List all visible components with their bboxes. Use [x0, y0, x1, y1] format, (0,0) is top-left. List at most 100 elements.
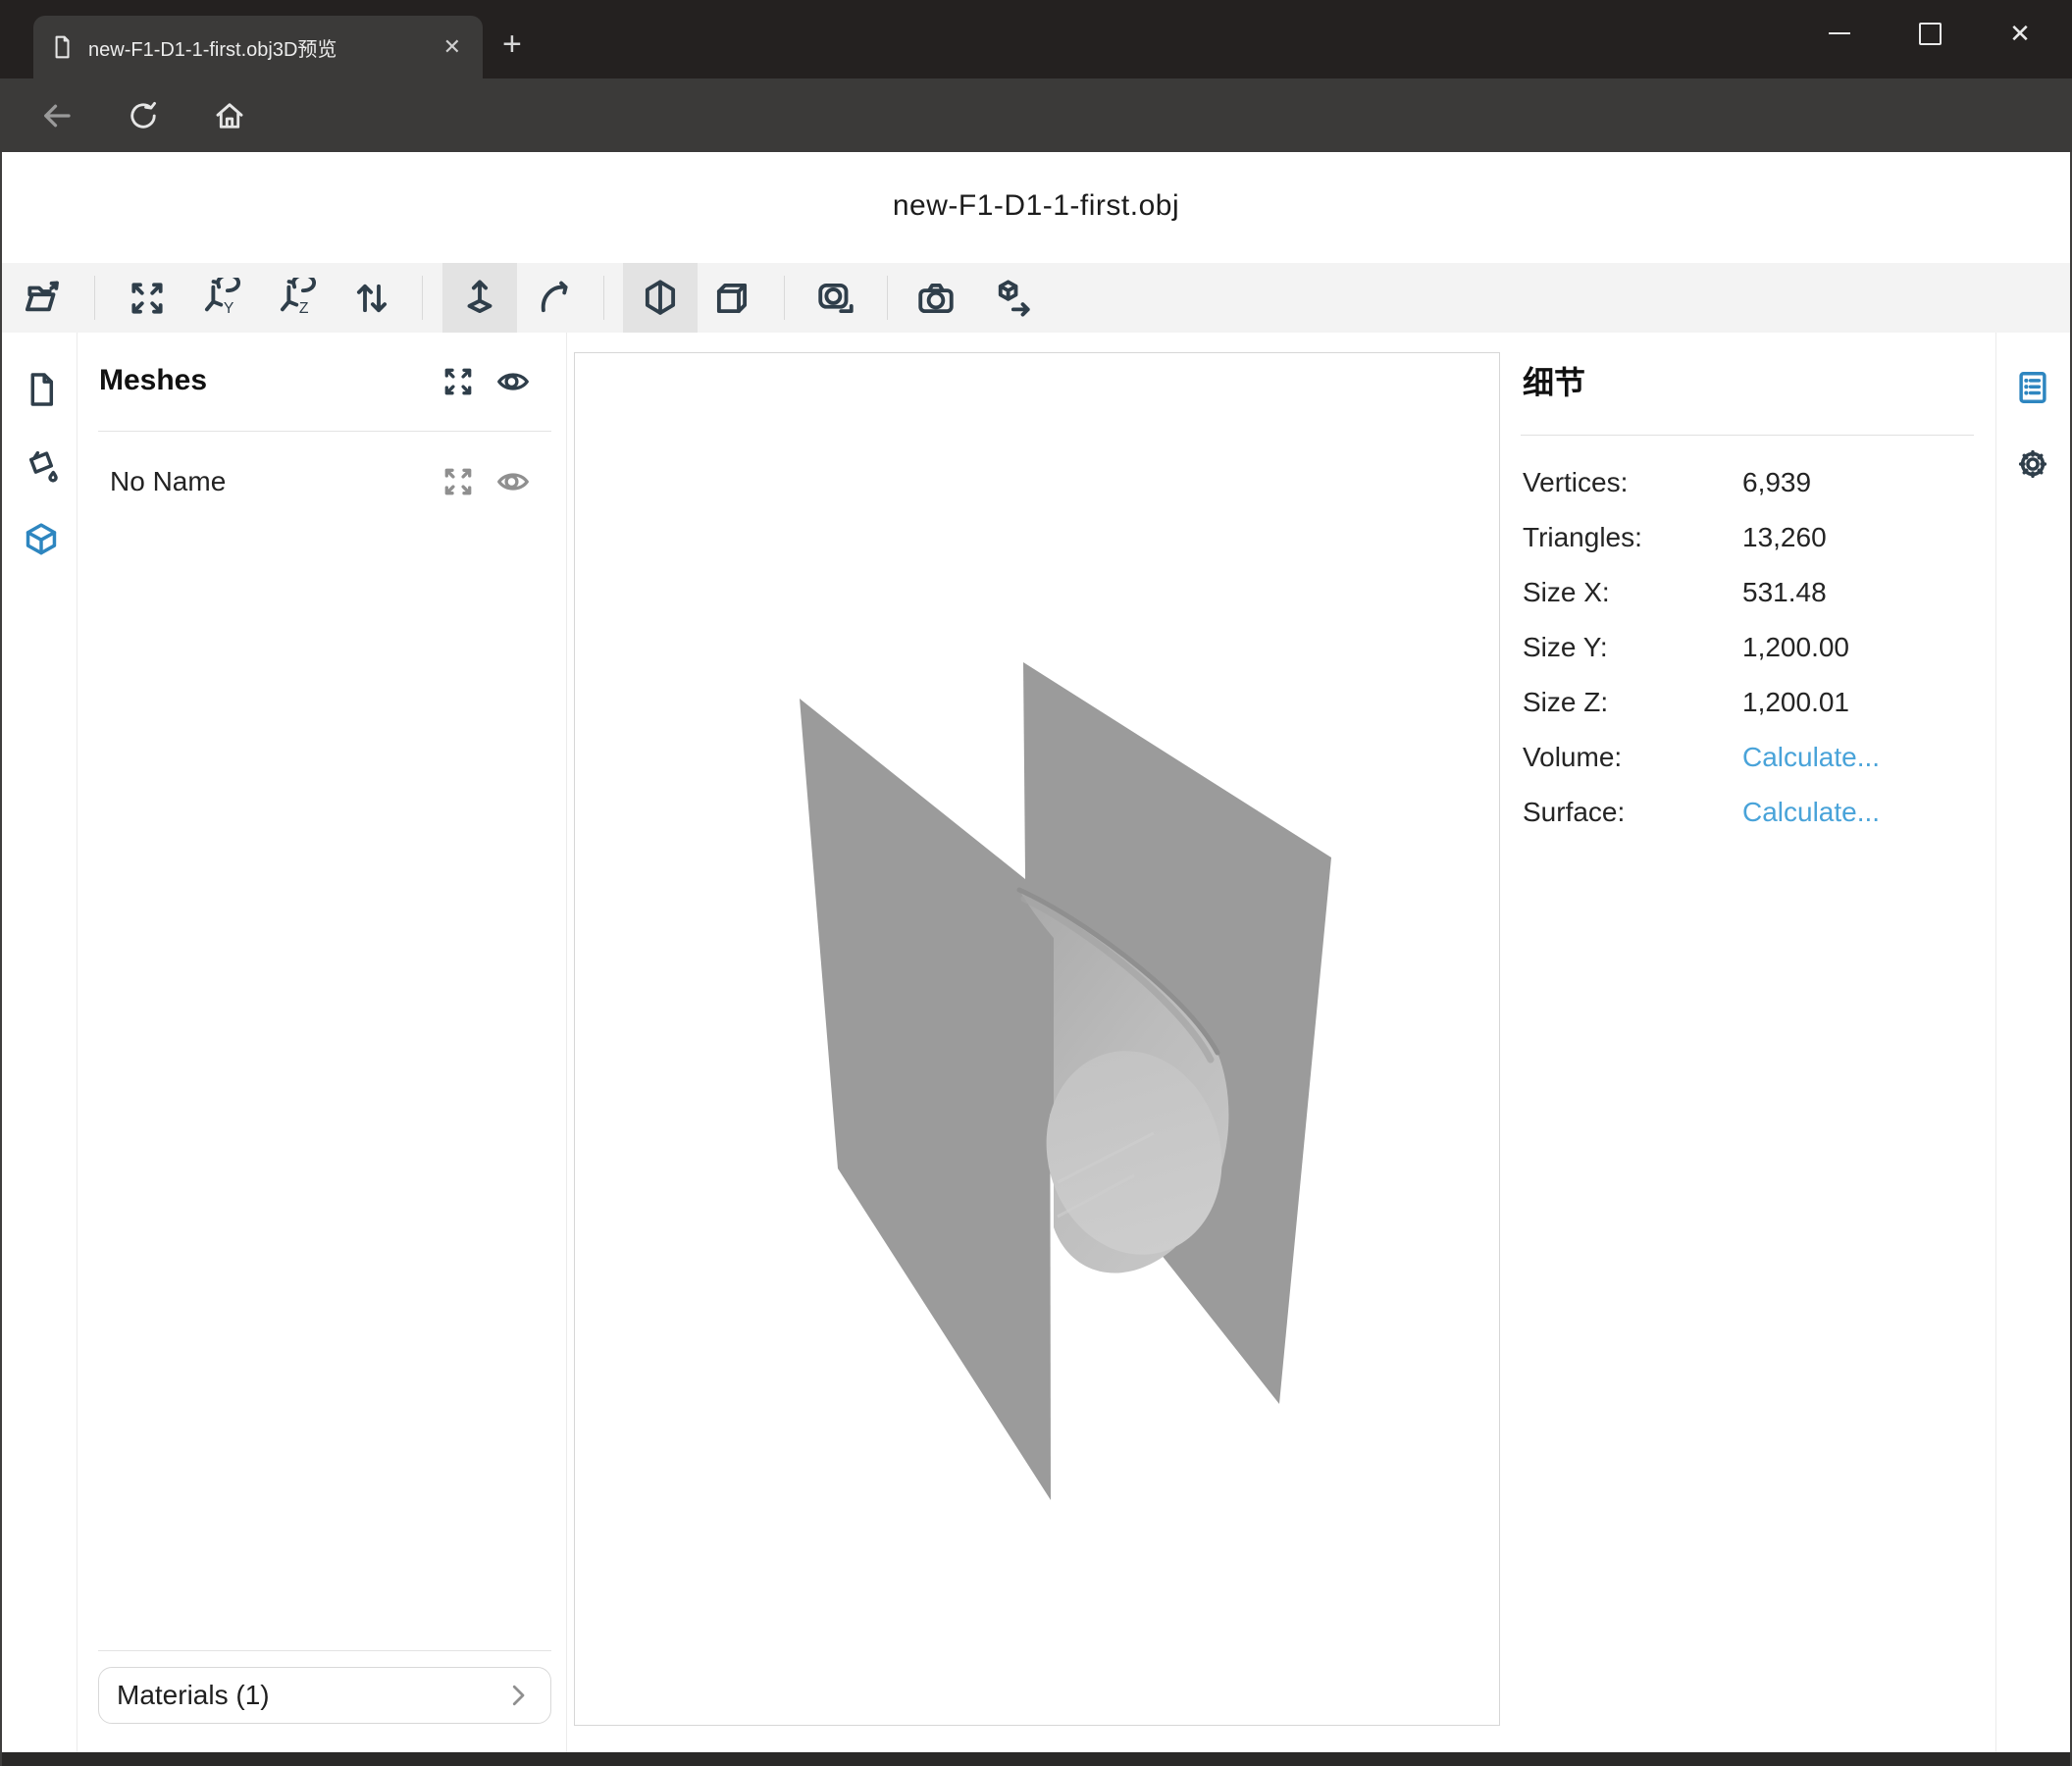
- panel-divider: [98, 1650, 551, 1651]
- window-edge-left: [0, 152, 2, 1766]
- detail-value: 531.48: [1742, 577, 1827, 608]
- toolbar-separator: [603, 276, 604, 320]
- rotate-y-icon: Y: [202, 278, 243, 319]
- materials-button[interactable]: Materials (1): [98, 1667, 551, 1724]
- detail-label: Triangles:: [1523, 522, 1642, 553]
- close-icon: ✕: [2009, 19, 2031, 49]
- settings-gear-icon[interactable]: [2014, 445, 2051, 483]
- rotate-y-button[interactable]: Y: [185, 263, 260, 333]
- detail-label: Size Y:: [1523, 632, 1608, 663]
- cube-icon[interactable]: [23, 522, 60, 559]
- wireframe-view-button[interactable]: [695, 263, 769, 333]
- detail-value[interactable]: Calculate...: [1742, 797, 1880, 828]
- open-file-button[interactable]: [6, 263, 80, 333]
- tab-title: new-F1-D1-1-first.obj3D预览: [88, 33, 424, 62]
- content-area: Meshes No Name: [0, 333, 2072, 1752]
- page-title: new-F1-D1-1-first.obj: [0, 189, 2072, 223]
- meshes-header: Meshes: [99, 364, 207, 397]
- detail-value[interactable]: Calculate...: [1742, 742, 1880, 773]
- fit-view-button[interactable]: [110, 263, 184, 333]
- expand-mesh-icon[interactable]: [440, 464, 476, 499]
- right-rail: [1995, 333, 2070, 1752]
- detail-row: Size X: 531.48: [1521, 565, 1974, 620]
- browser-tab[interactable]: new-F1-D1-1-first.obj3D预览 ✕: [33, 16, 483, 78]
- minimize-icon: [1829, 32, 1850, 34]
- visibility-mesh-eye-icon[interactable]: [495, 464, 531, 499]
- rotate-z-button[interactable]: Z: [261, 263, 336, 333]
- toolbar-separator: [94, 276, 95, 320]
- window-bottom-strip: [0, 1752, 2072, 1766]
- document-icon: [49, 34, 75, 60]
- material-paint-icon[interactable]: [23, 446, 60, 484]
- chevron-right-icon: [503, 1681, 533, 1710]
- panel-divider: [98, 431, 551, 432]
- window-minimize-button[interactable]: [1807, 10, 1872, 57]
- open-file-icon: [23, 278, 64, 319]
- preview-page: new-F1-D1-1-first.obj: [0, 152, 2072, 1752]
- rotate-z-icon: Z: [278, 278, 319, 319]
- new-tab-button[interactable]: +: [502, 26, 522, 64]
- expand-all-icon[interactable]: [440, 364, 476, 399]
- detail-label: Volume:: [1523, 742, 1622, 773]
- svg-text:Z: Z: [299, 299, 309, 316]
- detail-value: 6,939: [1742, 467, 1811, 498]
- export-model-icon: [992, 278, 1033, 319]
- visibility-all-eye-icon[interactable]: [495, 364, 531, 399]
- tab-close-icon[interactable]: ✕: [438, 34, 467, 60]
- tab-strip: new-F1-D1-1-first.obj3D预览 ✕ + ✕: [0, 0, 2072, 78]
- detail-row: Volume: Calculate...: [1521, 730, 1974, 785]
- toolbar-separator: [784, 276, 785, 320]
- details-header: 细节: [1523, 358, 1585, 403]
- detail-label: Surface:: [1523, 797, 1625, 828]
- export-model-button[interactable]: [975, 263, 1050, 333]
- materials-label: Materials (1): [117, 1680, 503, 1711]
- screenshot-button[interactable]: [899, 263, 973, 333]
- flip-vertical-button[interactable]: [335, 263, 409, 333]
- detail-row: Triangles: 13,260: [1521, 510, 1974, 565]
- shaded-view-button[interactable]: [623, 263, 698, 333]
- window-close-button[interactable]: ✕: [1988, 10, 2052, 57]
- measure-button[interactable]: [799, 263, 873, 333]
- detail-row: Vertices: 6,939: [1521, 455, 1974, 510]
- details-list-icon[interactable]: [2014, 369, 2051, 406]
- detail-value: 1,200.01: [1742, 687, 1849, 718]
- panel-divider: [1521, 435, 1974, 436]
- free-rotate-icon: [536, 278, 577, 319]
- toolbar-separator: [422, 276, 423, 320]
- detail-row: Size Y: 1,200.00: [1521, 620, 1974, 675]
- model-left-plane: [800, 699, 1051, 1500]
- detail-row: Surface: Calculate...: [1521, 785, 1974, 840]
- detail-value: 1,200.00: [1742, 632, 1849, 663]
- model-3d-render: [575, 353, 1499, 1725]
- shaded-view-icon: [640, 278, 681, 319]
- detail-label: Size Z:: [1523, 687, 1608, 718]
- browser-navbar: https://file.kkview.cn/onlinePreview?url…: [0, 78, 2072, 152]
- mesh-name-label: No Name: [110, 466, 226, 497]
- camera-icon: [915, 278, 957, 319]
- left-rail: [2, 333, 78, 1752]
- fit-view-icon: [127, 278, 168, 319]
- refresh-icon[interactable]: [126, 98, 161, 133]
- details-rows: Vertices: 6,939 Triangles: 13,260 Size X…: [1521, 455, 1974, 840]
- home-icon[interactable]: [212, 98, 247, 133]
- move-axis-icon: [459, 278, 500, 319]
- toolbar-separator: [887, 276, 888, 320]
- back-icon[interactable]: [39, 98, 75, 133]
- browser-window: new-F1-D1-1-first.obj3D预览 ✕ + ✕ https://…: [0, 0, 2072, 1766]
- detail-label: Vertices:: [1523, 467, 1628, 498]
- viewer-toolbar: Y Z: [2, 263, 2070, 333]
- move-axis-button[interactable]: [442, 263, 517, 333]
- maximize-icon: [1919, 23, 1942, 45]
- window-maximize-button[interactable]: [1897, 10, 1962, 57]
- file-icon[interactable]: [23, 371, 60, 408]
- model-viewport[interactable]: [574, 352, 1500, 1726]
- mesh-list-item[interactable]: No Name: [78, 452, 567, 513]
- free-rotate-button[interactable]: [519, 263, 594, 333]
- wireframe-view-icon: [711, 278, 752, 319]
- detail-row: Size Z: 1,200.01: [1521, 675, 1974, 730]
- meshes-panel: Meshes No Name: [78, 333, 567, 1752]
- detail-label: Size X:: [1523, 577, 1610, 608]
- detail-value: 13,260: [1742, 522, 1827, 553]
- details-panel: 细节 Vertices: 6,939 Triangles: 13,260 Siz…: [1521, 333, 1974, 1752]
- svg-text:Y: Y: [224, 299, 234, 316]
